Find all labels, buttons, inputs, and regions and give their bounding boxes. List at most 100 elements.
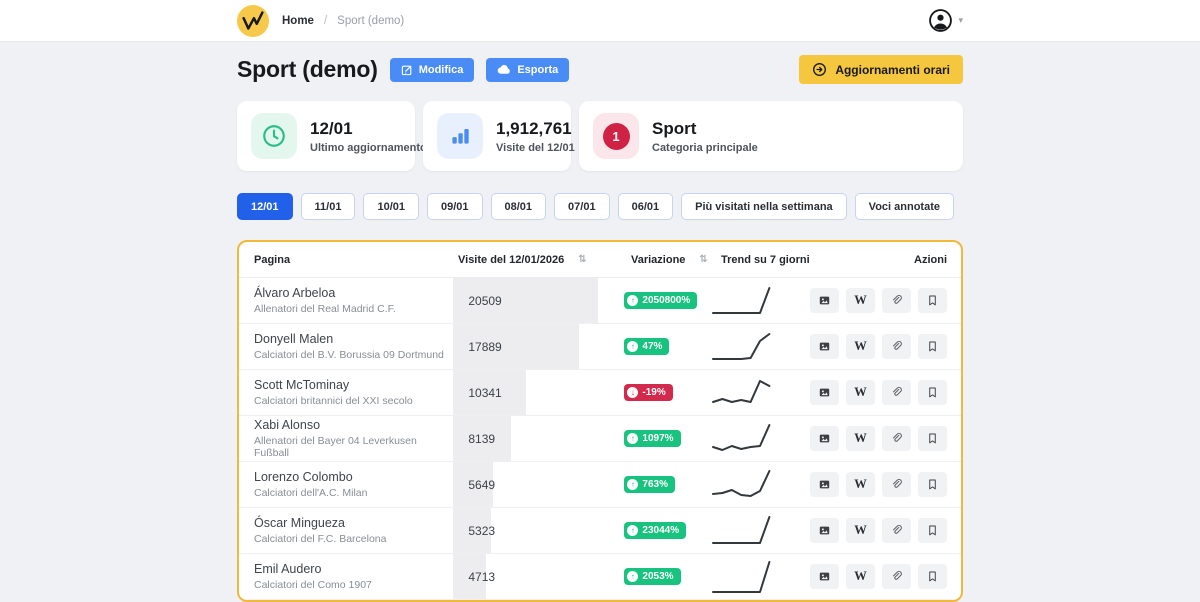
link-action-button[interactable]: [882, 334, 911, 359]
column-header-visits-label: Visite del 12/01/2026: [458, 253, 565, 266]
column-header-visits[interactable]: Visite del 12/01/2026 ⇅: [458, 254, 631, 266]
stat-label: Categoria principale: [652, 141, 758, 154]
link-action-button[interactable]: [882, 380, 911, 405]
image-icon: [818, 340, 831, 354]
variation-cell: ↑ 2050800%: [622, 278, 710, 323]
trend-sparkline: [712, 469, 771, 497]
link-action-button[interactable]: [882, 518, 911, 543]
arrow-down-icon: ↓: [627, 387, 639, 398]
variation-cell: ↑ 23044%: [622, 508, 710, 553]
wikipedia-action-button[interactable]: W: [846, 380, 875, 405]
edit-button[interactable]: Modifica: [389, 57, 475, 82]
trend-sparkline: [712, 332, 771, 360]
column-header-variation[interactable]: Variazione ⇅: [631, 254, 721, 266]
image-action-button[interactable]: [810, 288, 839, 313]
tab-06-01[interactable]: 06/01: [617, 193, 674, 220]
link-action-button[interactable]: [882, 288, 911, 313]
edit-icon: [401, 65, 412, 75]
breadcrumb-home-link[interactable]: Home: [282, 15, 314, 27]
tab-09-01[interactable]: 09/01: [426, 193, 483, 220]
trend-sparkline: [712, 286, 771, 314]
image-action-button[interactable]: [810, 472, 839, 497]
arrow-up-icon: ↑: [627, 433, 639, 444]
bookmark-action-button[interactable]: [918, 426, 947, 451]
date-tabs: 12/01 11/01 10/01 09/01 08/01 07/01 06/01 Più v…: [237, 193, 963, 220]
arrow-up-icon: ↑: [627, 525, 639, 536]
breadcrumb-separator: /: [323, 14, 328, 27]
variation-value: 1097%: [642, 433, 674, 444]
hourly-updates-button[interactable]: Aggiornamenti orari: [799, 55, 963, 84]
table-row: Emil Audero Calciatori del Como 1907 4713 ↑…: [239, 554, 961, 600]
bookmark-icon: [926, 432, 939, 446]
stat-label: Ultimo aggiornamento: [310, 141, 427, 154]
stat-card-main-category: 1 Sport Categoria principale: [579, 101, 963, 171]
arrow-circle-icon: [813, 63, 827, 76]
title-row: Sport (demo) Modifica Esporta Aggiorname…: [237, 55, 963, 84]
visits-cell: 5323: [453, 508, 622, 553]
sort-icon[interactable]: ⇅: [699, 254, 707, 265]
wikipedia-action-button[interactable]: W: [846, 472, 875, 497]
image-action-button[interactable]: [810, 518, 839, 543]
tab-12-01[interactable]: 12/01: [237, 193, 293, 220]
page-name: Óscar Mingueza: [254, 516, 346, 530]
link-action-button[interactable]: [882, 426, 911, 451]
variation-badge: ↑ 2050800%: [624, 292, 698, 309]
link-action-button[interactable]: [882, 564, 911, 589]
bookmark-action-button[interactable]: [918, 380, 947, 405]
image-icon: [818, 524, 831, 538]
app-logo[interactable]: [237, 4, 269, 37]
image-action-button[interactable]: [810, 334, 839, 359]
link-action-button[interactable]: [882, 472, 911, 497]
bookmark-action-button[interactable]: [918, 334, 947, 359]
wikipedia-action-button[interactable]: W: [846, 426, 875, 451]
page-cell: Emil Audero Calciatori del Como 1907: [239, 554, 453, 599]
page-category: Calciatori dell'A.C. Milan: [254, 487, 368, 499]
page-title: Sport (demo): [237, 56, 378, 82]
wikipedia-action-button[interactable]: W: [846, 334, 875, 359]
bookmark-action-button[interactable]: [918, 288, 947, 313]
column-header-page[interactable]: Pagina: [239, 254, 458, 266]
sort-icon[interactable]: ⇅: [578, 254, 586, 265]
wikipedia-action-button[interactable]: W: [846, 288, 875, 313]
page-cell: Donyell Malen Calciatori del B.V. Borussi…: [239, 324, 453, 369]
bookmark-action-button[interactable]: [918, 472, 947, 497]
tab-pi-visitati-nella-settimana[interactable]: Più visitati nella settimana: [681, 193, 847, 220]
visits-cell: 5649: [453, 462, 622, 507]
variation-badge: ↓ -19%: [624, 384, 673, 401]
variation-value: 2053%: [642, 571, 674, 582]
page-cell: Álvaro Arbeloa Allenatori del Real Madrid…: [239, 278, 453, 323]
wikipedia-icon: W: [854, 431, 867, 445]
page-name: Lorenzo Colombo: [254, 470, 353, 484]
page-category: Calciatori del Como 1907: [254, 579, 372, 591]
image-action-button[interactable]: [810, 426, 839, 451]
variation-cell: ↓ -19%: [622, 370, 710, 415]
wikipedia-action-button[interactable]: W: [846, 564, 875, 589]
stat-card-daily-visits: 1,912,761 Visite del 12/01: [423, 101, 575, 171]
bookmark-icon: [926, 478, 939, 492]
image-action-button[interactable]: [810, 564, 839, 589]
bookmark-action-button[interactable]: [918, 518, 947, 543]
trend-cell: [710, 278, 810, 323]
arrow-up-icon: ↑: [627, 295, 639, 306]
visits-value: 5323: [468, 523, 496, 538]
wikipedia-icon: W: [854, 339, 867, 353]
image-action-button[interactable]: [810, 380, 839, 405]
bookmark-icon: [926, 340, 939, 354]
tab-08-01[interactable]: 08/01: [490, 193, 547, 220]
tab-07-01[interactable]: 07/01: [554, 193, 610, 220]
trend-sparkline: [712, 423, 771, 451]
page-category: Calciatori del B.V. Borussia 09 Dortmund: [254, 349, 444, 361]
page-name: Xabi Alonso: [254, 418, 321, 432]
bookmark-action-button[interactable]: [918, 564, 947, 589]
user-menu[interactable]: ▾: [928, 8, 963, 33]
actions-cell: W: [810, 370, 961, 415]
page-cell: Óscar Mingueza Calciatori del F.C. Barcel…: [239, 508, 453, 553]
export-button[interactable]: Esporta: [486, 57, 570, 82]
tab-11-01[interactable]: 11/01: [300, 193, 356, 220]
visits-value: 8139: [468, 431, 496, 446]
page-category: Calciatori del F.C. Barcelona: [254, 533, 387, 545]
table-row: Xabi Alonso Allenatori del Bayer 04 Lever…: [239, 416, 961, 462]
tab-10-01[interactable]: 10/01: [363, 193, 419, 220]
wikipedia-action-button[interactable]: W: [846, 518, 875, 543]
tab-voci-annotate[interactable]: Voci annotate: [854, 193, 954, 220]
